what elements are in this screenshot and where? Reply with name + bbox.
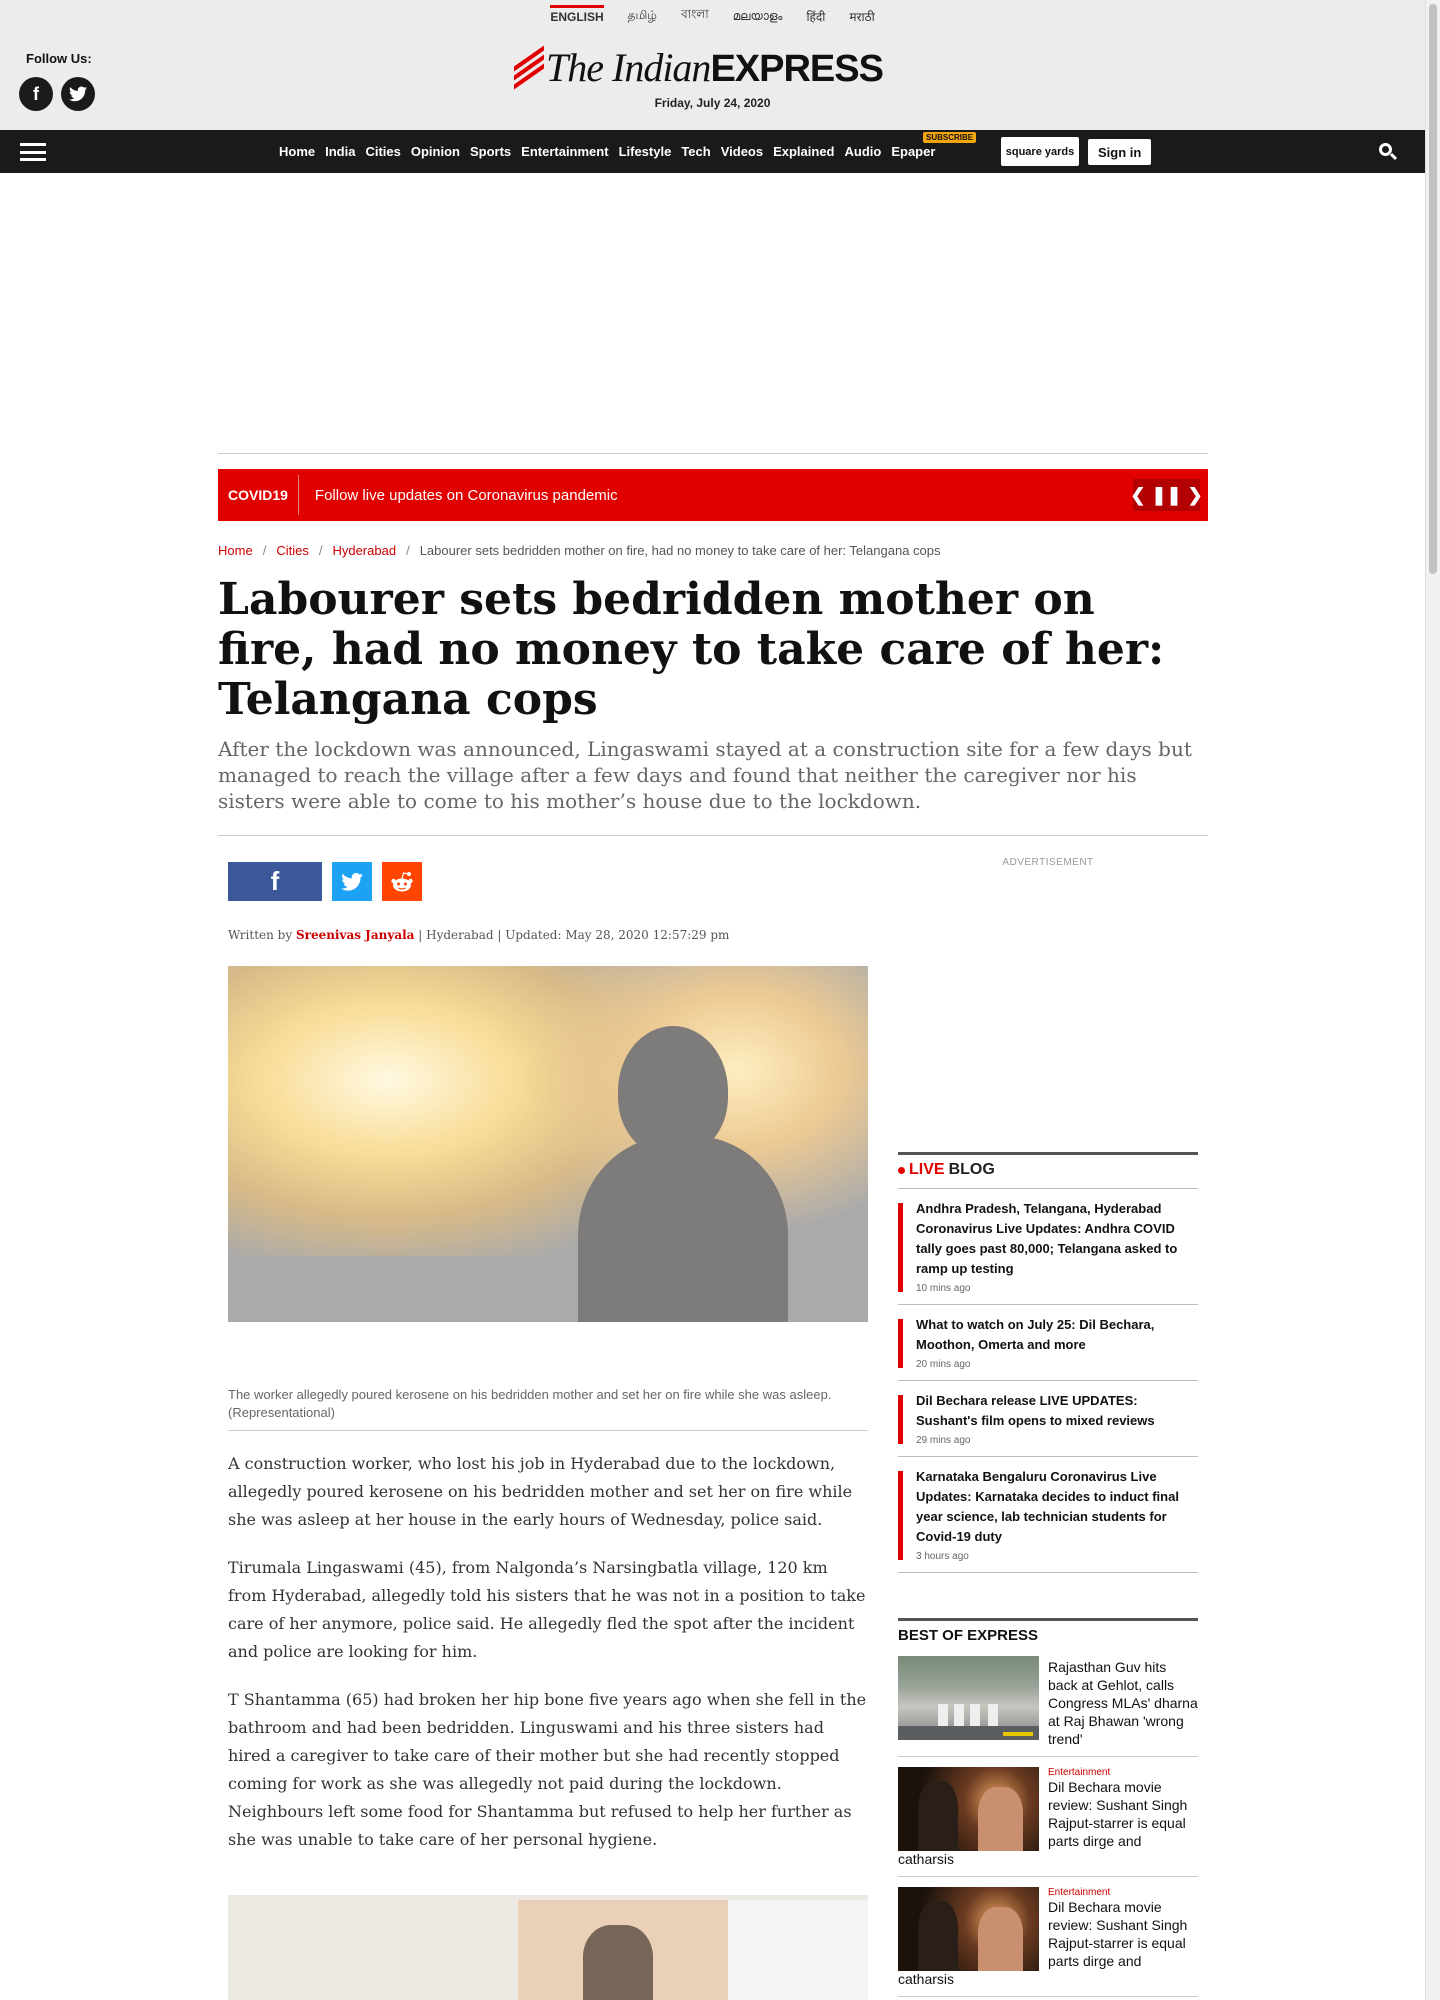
- covid-tag: COVID19: [218, 475, 299, 515]
- logo-text: The IndianEXPRESS: [546, 45, 884, 90]
- article-body: A construction worker, who lost his job …: [228, 1450, 868, 1874]
- best-of-item[interactable]: Entertainment Dil Bechara movie review: …: [898, 1767, 1198, 1877]
- story-category[interactable]: Entertainment: [1048, 1887, 1198, 1898]
- article-paragraph: A construction worker, who lost his job …: [228, 1454, 853, 1529]
- nav-explained[interactable]: Explained: [773, 144, 834, 159]
- search-icon[interactable]: [1379, 143, 1398, 161]
- sign-in-button[interactable]: Sign in: [1088, 139, 1152, 165]
- twitter-share-button[interactable]: [332, 862, 372, 901]
- lang-bangla[interactable]: বাংলা: [681, 2, 709, 30]
- nav-opinion[interactable]: Opinion: [411, 144, 460, 159]
- nav-india[interactable]: India: [325, 144, 355, 159]
- divider: [218, 835, 1208, 836]
- page-scrollbar[interactable]: [1425, 0, 1440, 2000]
- breadcrumb-home[interactable]: Home: [218, 543, 253, 558]
- live-blog-heading: LIVE BLOG: [898, 1152, 1198, 1179]
- live-blog-item[interactable]: Dil Bechara release LIVE UPDATES: Sushan…: [898, 1380, 1198, 1456]
- breadcrumb: Home / Cities / Hyderabad / Labourer set…: [218, 543, 941, 558]
- share-buttons: f: [228, 862, 422, 901]
- nav-sports[interactable]: Sports: [470, 144, 511, 159]
- top-ad-slot: [0, 173, 1425, 453]
- nav-videos[interactable]: Videos: [721, 144, 763, 159]
- nav-entertainment[interactable]: Entertainment: [521, 144, 608, 159]
- divider: [218, 453, 1208, 454]
- live-blog-item[interactable]: Karnataka Bengaluru Coronavirus Live Upd…: [898, 1456, 1198, 1573]
- story-thumbnail[interactable]: [898, 1887, 1039, 1971]
- article-inline-image: [228, 1895, 868, 2000]
- story-thumbnail[interactable]: [898, 1656, 1039, 1740]
- byline: Written by Sreenivas Janyala | Hyderabad…: [228, 928, 730, 942]
- lang-english[interactable]: ENGLISH: [550, 4, 604, 28]
- live-blog-item[interactable]: What to watch on July 25: Dil Bechara, M…: [898, 1304, 1198, 1380]
- story-thumbnail[interactable]: [898, 1767, 1039, 1851]
- pause-icon[interactable]: ❚❚: [1151, 485, 1181, 506]
- article-synopsis: After the lockdown was announced, Lingas…: [218, 737, 1192, 813]
- story-title[interactable]: Rajasthan Guv hits back at Gehlot, calls…: [1048, 1656, 1198, 1748]
- live-blog-item[interactable]: Andhra Pradesh, Telangana, Hyderabad Cor…: [898, 1188, 1198, 1304]
- byline-updated: Updated: May 28, 2020 12:57:29 pm: [505, 928, 730, 942]
- square-yards-logo[interactable]: square yards: [1001, 137, 1079, 166]
- advertisement-label: ADVERTISEMENT: [1002, 857, 1094, 868]
- reddit-share-button[interactable]: [382, 862, 422, 901]
- covid-ticker[interactable]: COVID19 Follow live updates on Coronavir…: [218, 469, 1208, 521]
- nav-epaper[interactable]: Epaper: [891, 144, 935, 159]
- ticker-controls: ❮ ❚❚ ❯: [1130, 479, 1203, 511]
- best-of-express-heading: BEST OF EXPRESS: [898, 1618, 1198, 1644]
- prev-arrow-icon[interactable]: ❮: [1130, 485, 1145, 506]
- article-paragraph: Tirumala Lingaswami (45), from Nalgonda’…: [228, 1558, 866, 1661]
- nav-lifestyle[interactable]: Lifestyle: [619, 144, 672, 159]
- breadcrumb-hyderabad[interactable]: Hyderabad: [332, 543, 396, 558]
- divider: [228, 1430, 868, 1431]
- nav-home[interactable]: Home: [279, 144, 315, 159]
- nav-links: Home India Cities Opinion Sports Enterta…: [279, 130, 935, 173]
- subscribe-badge[interactable]: SUBSCRIBE: [923, 132, 977, 143]
- live-blog-list: Andhra Pradesh, Telangana, Hyderabad Cor…: [898, 1188, 1198, 1573]
- story-title[interactable]: Dil Bechara movie review: Sushant Singh …: [1048, 1778, 1198, 1850]
- best-of-item[interactable]: Entertainment Dil Bechara movie review: …: [898, 1887, 1198, 1997]
- language-strip: ENGLISH தமிழ் বাংলা മലയാളം हिंदी मराठी: [0, 0, 1425, 32]
- logo-mark-icon: [514, 44, 544, 90]
- nav-cities[interactable]: Cities: [365, 144, 400, 159]
- best-of-express-list: Rajasthan Guv hits back at Gehlot, calls…: [898, 1656, 1198, 2000]
- best-of-item[interactable]: Rajasthan Guv hits back at Gehlot, calls…: [898, 1656, 1198, 1757]
- main-navbar: Home India Cities Opinion Sports Enterta…: [0, 130, 1425, 173]
- masthead: Follow Us: f The IndianEXPRESS Friday, J…: [0, 32, 1425, 130]
- live-dot-icon: [898, 1166, 905, 1174]
- nav-tech[interactable]: Tech: [681, 144, 710, 159]
- story-category[interactable]: Entertainment: [1048, 1767, 1198, 1778]
- covid-message[interactable]: Follow live updates on Coronavirus pande…: [299, 487, 618, 504]
- lang-marathi[interactable]: मराठी: [849, 4, 874, 29]
- lang-hindi[interactable]: हिंदी: [806, 4, 825, 29]
- nav-audio[interactable]: Audio: [845, 144, 882, 159]
- follow-label: Follow Us:: [26, 51, 92, 66]
- author-link[interactable]: Sreenivas Janyala: [296, 928, 414, 942]
- story-title[interactable]: Dil Bechara movie review: Sushant Singh …: [1048, 1898, 1198, 1970]
- breadcrumb-current: Labourer sets bedridden mother on fire, …: [419, 543, 941, 558]
- article-hero-image: [228, 966, 868, 1322]
- site-logo[interactable]: The IndianEXPRESS: [514, 44, 884, 91]
- page: ENGLISH தமிழ் বাংলা മലയാളം हिंदी मराठी F…: [0, 0, 1425, 453]
- facebook-share-button[interactable]: f: [228, 862, 322, 901]
- byline-location: Hyderabad: [426, 928, 494, 942]
- next-arrow-icon[interactable]: ❯: [1188, 485, 1203, 506]
- hamburger-menu-icon[interactable]: [20, 143, 46, 161]
- lang-tamil[interactable]: தமிழ்: [628, 4, 657, 28]
- article-paragraph: T Shantamma (65) had broken her hip bone…: [228, 1690, 867, 1849]
- scrollbar-thumb[interactable]: [1429, 4, 1437, 574]
- breadcrumb-cities[interactable]: Cities: [276, 543, 309, 558]
- article-headline: Labourer sets bedridden mother on fire, …: [218, 574, 1165, 725]
- image-caption: The worker allegedly poured kerosene on …: [228, 1387, 832, 1420]
- lang-malayalam[interactable]: മലയാളം: [733, 5, 783, 28]
- dateline: Friday, July 24, 2020: [654, 96, 771, 110]
